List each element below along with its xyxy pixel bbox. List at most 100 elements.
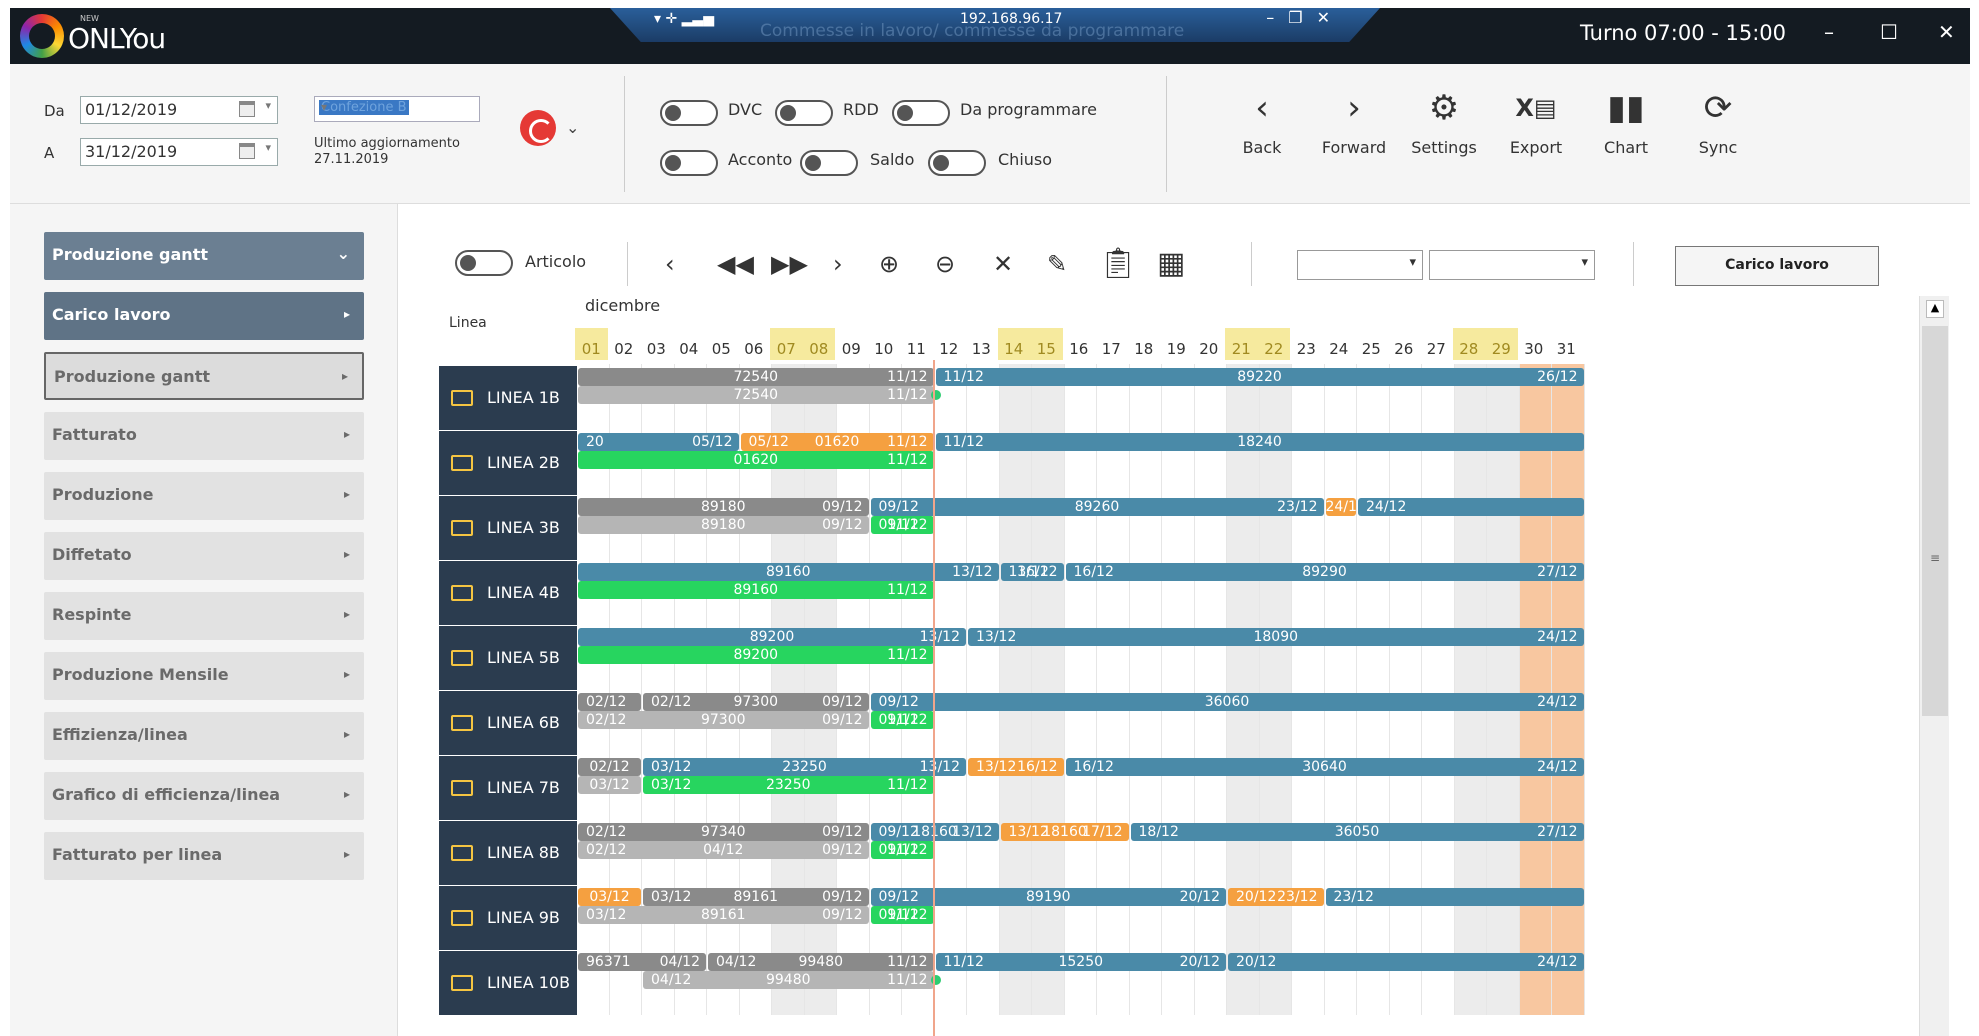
line-name[interactable]: LINEA 6B [439, 691, 577, 755]
calendar-icon[interactable]: ▦ [1157, 246, 1185, 281]
gantt-bar[interactable]: 89200 11/12 [578, 646, 934, 664]
gantt-bar[interactable]: 20 05/12 [578, 433, 739, 451]
sidebar-item-fatturato[interactable]: Fatturato ▸ [44, 412, 364, 460]
rewind-icon[interactable]: ◀◀ [717, 250, 754, 278]
gantt-bar[interactable]: 02/12 97300 09/12 [643, 693, 869, 711]
gantt-bar[interactable]: 23/12 [1325, 888, 1584, 906]
gantt-bar[interactable]: 11/12 15250 20/12 [935, 953, 1226, 971]
gantt-bar[interactable]: 02/12 [578, 758, 641, 776]
gantt-bar[interactable]: 09/12 36060 24/12 [870, 693, 1584, 711]
close-icon[interactable]: ✕ [1938, 20, 1955, 44]
to-date-input[interactable]: 31/12/2019 ▾ [80, 138, 278, 166]
forward-button[interactable]: › Forward [1314, 88, 1394, 157]
gantt-bar[interactable]: 89180 09/12 [578, 498, 869, 516]
gantt-bar[interactable]: 02/12 97340 09/12 [578, 823, 869, 841]
chevron-down-icon[interactable]: ▾ [319, 100, 475, 114]
line-name[interactable]: LINEA 9B [439, 886, 577, 950]
scroll-up-icon[interactable]: ▲ [1926, 300, 1944, 318]
line-name[interactable]: LINEA 1B [439, 366, 577, 430]
clear-icon[interactable]: ✕ [993, 250, 1013, 278]
gantt-bar[interactable]: 72540 11/12 [578, 368, 934, 386]
gantt-bar[interactable]: 11/12 18240 [935, 433, 1584, 451]
gantt-bar[interactable]: 72540 11/12 [578, 386, 934, 404]
gantt-bar[interactable]: 18/12 36050 27/12 [1130, 823, 1584, 841]
line-name[interactable]: LINEA 5B [439, 626, 577, 690]
toggle-saldo[interactable] [800, 150, 858, 176]
sidebar-item-effizienza-linea[interactable]: Effizienza/linea ▸ [44, 712, 364, 760]
toggle-chiuso[interactable] [928, 150, 986, 176]
gantt-bar[interactable]: 03/12 23250 13/12 [643, 758, 966, 776]
sidebar-item-produzione-mensile[interactable]: Produzione Mensile ▸ [44, 652, 364, 700]
gantt-bar[interactable]: 89160 13/12 [578, 563, 999, 581]
next-icon[interactable]: › [833, 250, 843, 278]
chevron-down-icon[interactable]: ▾ [265, 141, 271, 154]
vertical-scrollbar[interactable]: ▲ ≡ [1919, 296, 1949, 1036]
edit-icon[interactable]: ✎ [1047, 250, 1067, 278]
from-date-input[interactable]: 01/12/2019 ▾ [80, 96, 278, 124]
pin-icon[interactable]: ▾ ✛ ▂▃▅ [654, 11, 714, 27]
gantt-bar[interactable]: 03/12 [578, 888, 641, 906]
gantt-bar[interactable]: 09/12 11/12 [870, 516, 934, 534]
gantt-bar[interactable]: 96371 04/12 [578, 953, 706, 971]
sync-button[interactable]: ⟳ Sync [1678, 88, 1758, 157]
scroll-thumb[interactable]: ≡ [1922, 326, 1948, 716]
gantt-bar[interactable]: 89200 13/12 [578, 628, 966, 646]
gantt-bar[interactable]: 13/12 16/12 [968, 758, 1064, 776]
fast-forward-icon[interactable]: ▶▶ [771, 250, 808, 278]
gantt-bar[interactable]: 13/12 18160 17/12 [1000, 823, 1129, 841]
gantt-bar[interactable]: 04/12 99480 11/12 [643, 971, 934, 989]
gantt-bar[interactable]: 09/12 89260 23/12 [870, 498, 1324, 516]
sidebar-item-produzione-gantt[interactable]: Produzione gantt ▸ [44, 352, 364, 400]
zoom-out-icon[interactable]: ⊖ [935, 250, 955, 278]
filter-select-1[interactable]: ▾ [1297, 250, 1423, 280]
calendar-icon[interactable] [239, 143, 255, 159]
sidebar-item-fatturato-per-linea[interactable]: Fatturato per linea ▸ [44, 832, 364, 880]
chart-button[interactable]: ▮▮ Chart [1586, 88, 1666, 157]
sidebar-item-diffetato[interactable]: Diffetato ▸ [44, 532, 364, 580]
remote-window-controls[interactable]: –❐✕ [1266, 8, 1344, 27]
filter-select-2[interactable]: ▾ [1429, 250, 1595, 280]
gantt-bar[interactable]: 09/12 89190 20/12 [870, 888, 1226, 906]
clipboard-icon[interactable]: 📋︎ [1099, 246, 1137, 281]
calendar-icon[interactable] [239, 101, 255, 117]
chevron-down-icon[interactable]: ⌄ [566, 118, 579, 137]
gantt-bar[interactable]: 09/121816013/12 [870, 823, 999, 841]
gantt-bar[interactable]: 09/12 11/12 [870, 841, 934, 859]
line-name[interactable]: LINEA 3B [439, 496, 577, 560]
back-button[interactable]: ‹ Back [1222, 88, 1302, 157]
gantt-bar[interactable]: 11/12 89220 26/12 [935, 368, 1584, 386]
line-name[interactable]: LINEA 7B [439, 756, 577, 820]
gantt-bar[interactable]: 02/12 97300 09/12 [578, 711, 869, 729]
toggle-acconto[interactable] [660, 150, 718, 176]
gantt-bar[interactable]: 24/12 [1358, 498, 1584, 516]
gantt-bar[interactable]: 13/12 18090 24/12 [968, 628, 1584, 646]
prev-icon[interactable]: ‹ [665, 250, 675, 278]
toggle-dvc[interactable] [660, 100, 718, 126]
line-name[interactable]: LINEA 8B [439, 821, 577, 885]
gantt-bar[interactable]: 89180 09/12 [578, 516, 869, 534]
remote-session-bar[interactable]: ▾ ✛ ▂▃▅ Commesse in lavoro/ commesse da … [610, 8, 1380, 42]
gantt-bar[interactable]: 02/12 [578, 693, 641, 711]
gantt-bar[interactable]: 03/12 89161 09/12 [643, 888, 869, 906]
gantt-bar[interactable]: 24/12 [1325, 498, 1356, 516]
toggle-da-programmare[interactable] [892, 100, 950, 126]
zoom-in-icon[interactable]: ⊕ [879, 250, 899, 278]
line-name[interactable]: LINEA 2B [439, 431, 577, 495]
gantt-bar[interactable]: 05/12 01620 11/12 [740, 433, 934, 451]
sidebar-item-grafico-efficienza[interactable]: Grafico di efficienza/linea ▸ [44, 772, 364, 820]
gantt-bar[interactable]: 09/12 11/12 [870, 711, 934, 729]
export-button[interactable]: X▤ Export [1496, 88, 1576, 157]
gantt-bar[interactable]: 16/12 30640 24/12 [1065, 758, 1584, 776]
toggle-articolo[interactable] [455, 250, 513, 276]
minimize-icon[interactable]: – [1824, 20, 1834, 44]
gantt-bar[interactable]: 03/12 89161 09/12 [578, 906, 869, 924]
chevron-down-icon[interactable]: ▾ [265, 99, 271, 112]
line-name[interactable]: LINEA 4B [439, 561, 577, 625]
gantt-bar[interactable]: 89160 11/12 [578, 581, 934, 599]
toggle-rdd[interactable] [775, 100, 833, 126]
gantt-bar[interactable]: 09/12 11/12 [870, 906, 934, 924]
department-select[interactable]: Confezione B ▾ [314, 96, 480, 122]
gantt-bar[interactable]: 16/12 89290 27/12 [1065, 563, 1584, 581]
carico-lavoro-button[interactable]: Carico lavoro [1675, 246, 1879, 286]
gantt-bar[interactable]: 01620 11/12 [578, 451, 934, 469]
